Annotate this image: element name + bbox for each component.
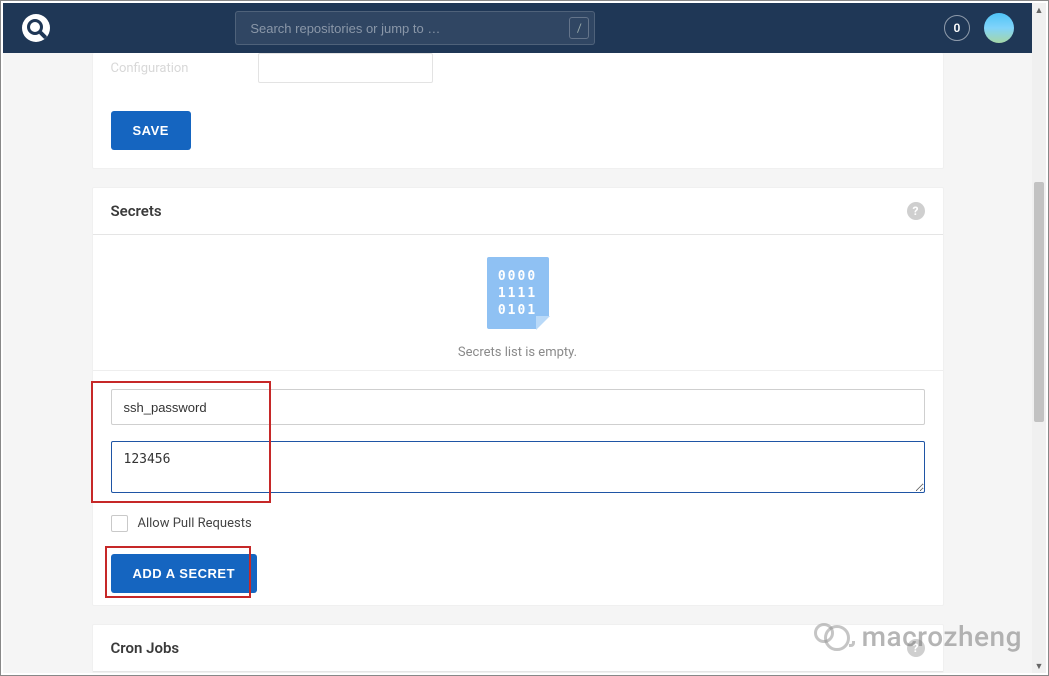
cron-card: Cron Jobs ? <box>92 624 944 673</box>
allow-pr-label: Allow Pull Requests <box>138 516 252 531</box>
help-icon[interactable]: ? <box>907 202 925 220</box>
secrets-card: Secrets ? 0000 1111 0101 Secrets list is… <box>92 187 944 606</box>
secrets-title: Secrets <box>111 202 162 220</box>
secret-name-input[interactable] <box>111 389 925 425</box>
add-secret-button[interactable]: ADD A SECRET <box>111 554 258 593</box>
config-row: Configuration <box>111 53 925 83</box>
bin-row: 1111 <box>498 286 537 301</box>
scroll-up-icon[interactable]: ▲ <box>1032 3 1046 17</box>
scroll-track[interactable] <box>1033 17 1045 659</box>
config-select[interactable] <box>258 53 433 83</box>
search-wrap: / <box>235 11 595 45</box>
search-input[interactable] <box>235 11 595 45</box>
help-icon[interactable]: ? <box>907 639 925 657</box>
cron-title: Cron Jobs <box>111 639 180 657</box>
config-row-label: Configuration <box>111 61 189 76</box>
allow-pr-row[interactable]: Allow Pull Requests <box>111 515 925 532</box>
scroll-thumb[interactable] <box>1034 182 1044 422</box>
avatar[interactable] <box>984 13 1014 43</box>
secrets-empty-text: Secrets list is empty. <box>458 345 577 360</box>
bin-row: 0101 <box>498 303 537 318</box>
bin-row: 0000 <box>498 269 537 284</box>
top-header: / 0 <box>3 3 1032 53</box>
secrets-empty-state: 0000 1111 0101 Secrets list is empty. <box>93 235 943 370</box>
search-kbd-hint: / <box>569 17 589 39</box>
secret-value-input[interactable] <box>111 441 925 493</box>
logo[interactable] <box>11 14 61 42</box>
secrets-form: Allow Pull Requests ADD A SECRET <box>93 370 943 605</box>
config-card-fragment: Configuration SAVE <box>92 53 944 169</box>
save-button[interactable]: SAVE <box>111 111 191 150</box>
header-right: 0 <box>944 13 1014 43</box>
build-count-badge[interactable]: 0 <box>944 15 970 41</box>
vertical-scrollbar[interactable]: ▲ ▼ <box>1032 3 1046 673</box>
scroll-down-icon[interactable]: ▼ <box>1032 659 1046 673</box>
binary-file-icon: 0000 1111 0101 <box>487 257 549 329</box>
allow-pr-checkbox[interactable] <box>111 515 128 532</box>
drone-logo-icon <box>22 14 50 42</box>
main-scroll: Configuration SAVE Secrets ? 0000 1111 <box>3 53 1032 673</box>
